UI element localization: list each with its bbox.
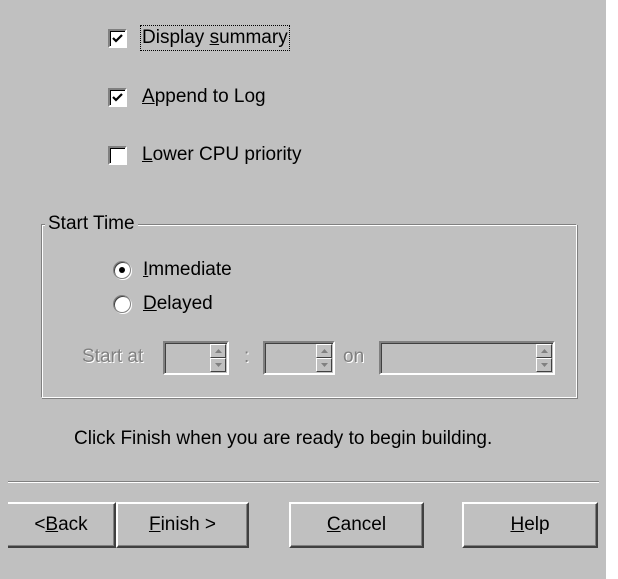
immediate-label[interactable]: Immediate [143,259,232,281]
append-to-log-label[interactable]: Append to Log [142,86,266,108]
hour-spinner[interactable] [163,341,229,375]
finish-button-label: inish > [160,514,217,535]
arrow-down-icon [214,363,222,367]
cancel-button-accel: C [326,514,341,535]
help-button-accel: H [510,514,525,535]
arrow-up-icon [320,349,328,353]
wizard-dialog: Display summary Append to Log Lower CPU … [0,0,606,579]
arrow-up-icon [540,349,548,353]
date-down-button[interactable] [536,358,552,372]
date-spinner[interactable] [379,341,555,375]
start-at-label: Start at [82,346,144,367]
back-button-label: ack [58,514,88,535]
display-summary-option[interactable]: Display summary [108,25,290,51]
on-label: on [343,346,365,367]
back-button-accel: B [45,514,59,535]
finish-button-accel: F [148,514,161,535]
immediate-radio[interactable] [113,261,131,279]
minute-spinner[interactable] [263,341,335,375]
help-button-label: elp [524,514,550,535]
instruction-text: Click Finish when you are ready to begin… [74,428,493,449]
back-button[interactable]: < Back [8,502,116,548]
append-to-log-checkbox[interactable] [108,87,127,107]
cancel-button-label: ancel [340,514,387,535]
lower-cpu-priority-label[interactable]: Lower CPU priority [142,144,301,166]
arrow-down-icon [320,363,328,367]
radio-selected-dot [119,267,125,273]
delayed-label[interactable]: Delayed [143,293,213,315]
display-summary-label[interactable]: Display summary [140,25,290,51]
lower-cpu-priority-option[interactable]: Lower CPU priority [108,144,301,166]
minute-down-button[interactable] [316,358,332,372]
start-time-legend: Start Time [45,213,138,235]
date-up-button[interactable] [536,344,552,358]
immediate-option[interactable]: Immediate [113,259,232,281]
display-summary-checkbox[interactable] [108,28,127,48]
separator-line [8,481,599,483]
cancel-button[interactable]: Cancel [289,502,424,548]
help-button[interactable]: Help [462,502,598,548]
arrow-down-icon [540,363,548,367]
finish-button[interactable]: Finish > [116,502,249,548]
lower-cpu-priority-checkbox[interactable] [108,145,127,165]
hour-up-button[interactable] [210,344,226,358]
delayed-radio[interactable] [113,295,131,313]
hour-down-button[interactable] [210,358,226,372]
checkmark-icon [112,92,123,102]
append-to-log-option[interactable]: Append to Log [108,86,266,108]
back-button-prefix: < [34,514,46,535]
checkmark-icon [112,33,123,43]
delayed-option[interactable]: Delayed [113,293,213,315]
time-colon: : [244,346,250,367]
arrow-up-icon [214,349,222,353]
minute-up-button[interactable] [316,344,332,358]
